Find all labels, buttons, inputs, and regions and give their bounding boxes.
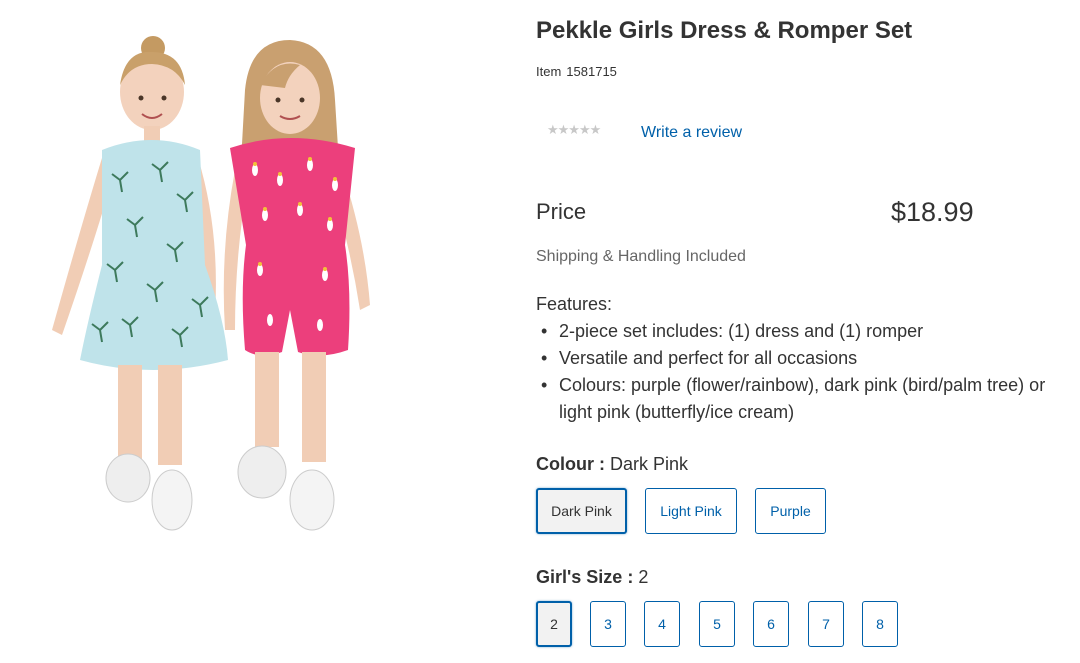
product-photo	[52, 36, 370, 531]
item-number: 1581715	[566, 64, 617, 79]
colour-option-purple[interactable]: Purple	[755, 488, 826, 534]
girl-pink-romper	[223, 40, 370, 531]
colour-label: Colour : Dark Pink	[536, 454, 688, 475]
feature-item: Versatile and perfect for all occasions	[536, 345, 1076, 372]
size-label: Girl's Size : 2	[536, 567, 648, 588]
size-label-text: Girl's Size :	[536, 567, 634, 587]
feature-item: Colours: purple (flower/rainbow), dark p…	[536, 372, 1076, 426]
size-option-4[interactable]: 4	[644, 601, 680, 647]
size-selected-value: 2	[638, 567, 649, 587]
size-option-3[interactable]: 3	[590, 601, 626, 647]
features-title: Features:	[536, 294, 613, 314]
price-label: Price	[536, 199, 587, 224]
colour-option-light-pink[interactable]: Light Pink	[645, 488, 737, 534]
price-value: $18.99	[891, 197, 974, 227]
size-option-8[interactable]: 8	[862, 601, 898, 647]
item-label: Item	[536, 64, 562, 79]
colour-label-text: Colour :	[536, 454, 605, 474]
size-option-2[interactable]: 2	[536, 601, 572, 647]
item-number-line: Item 1581715	[536, 64, 617, 79]
colour-selected-value: Dark Pink	[610, 454, 689, 474]
girl-light-blue-dress	[52, 36, 228, 531]
product-title: Pekkle Girls Dress & Romper Set	[536, 17, 913, 44]
feature-item: 2-piece set includes: (1) dress and (1) …	[536, 318, 1076, 345]
features-list: 2-piece set includes: (1) dress and (1) …	[536, 318, 1076, 426]
size-option-5[interactable]: 5	[699, 601, 735, 647]
product-image[interactable]	[40, 30, 400, 540]
size-option-7[interactable]: 7	[808, 601, 844, 647]
colour-option-dark-pink[interactable]: Dark Pink	[536, 488, 627, 534]
star-rating-icon: ★★★★★	[547, 122, 601, 137]
size-option-6[interactable]: 6	[753, 601, 789, 647]
shipping-note: Shipping & Handling Included	[536, 248, 746, 265]
write-review-link[interactable]: Write a review	[641, 124, 742, 142]
